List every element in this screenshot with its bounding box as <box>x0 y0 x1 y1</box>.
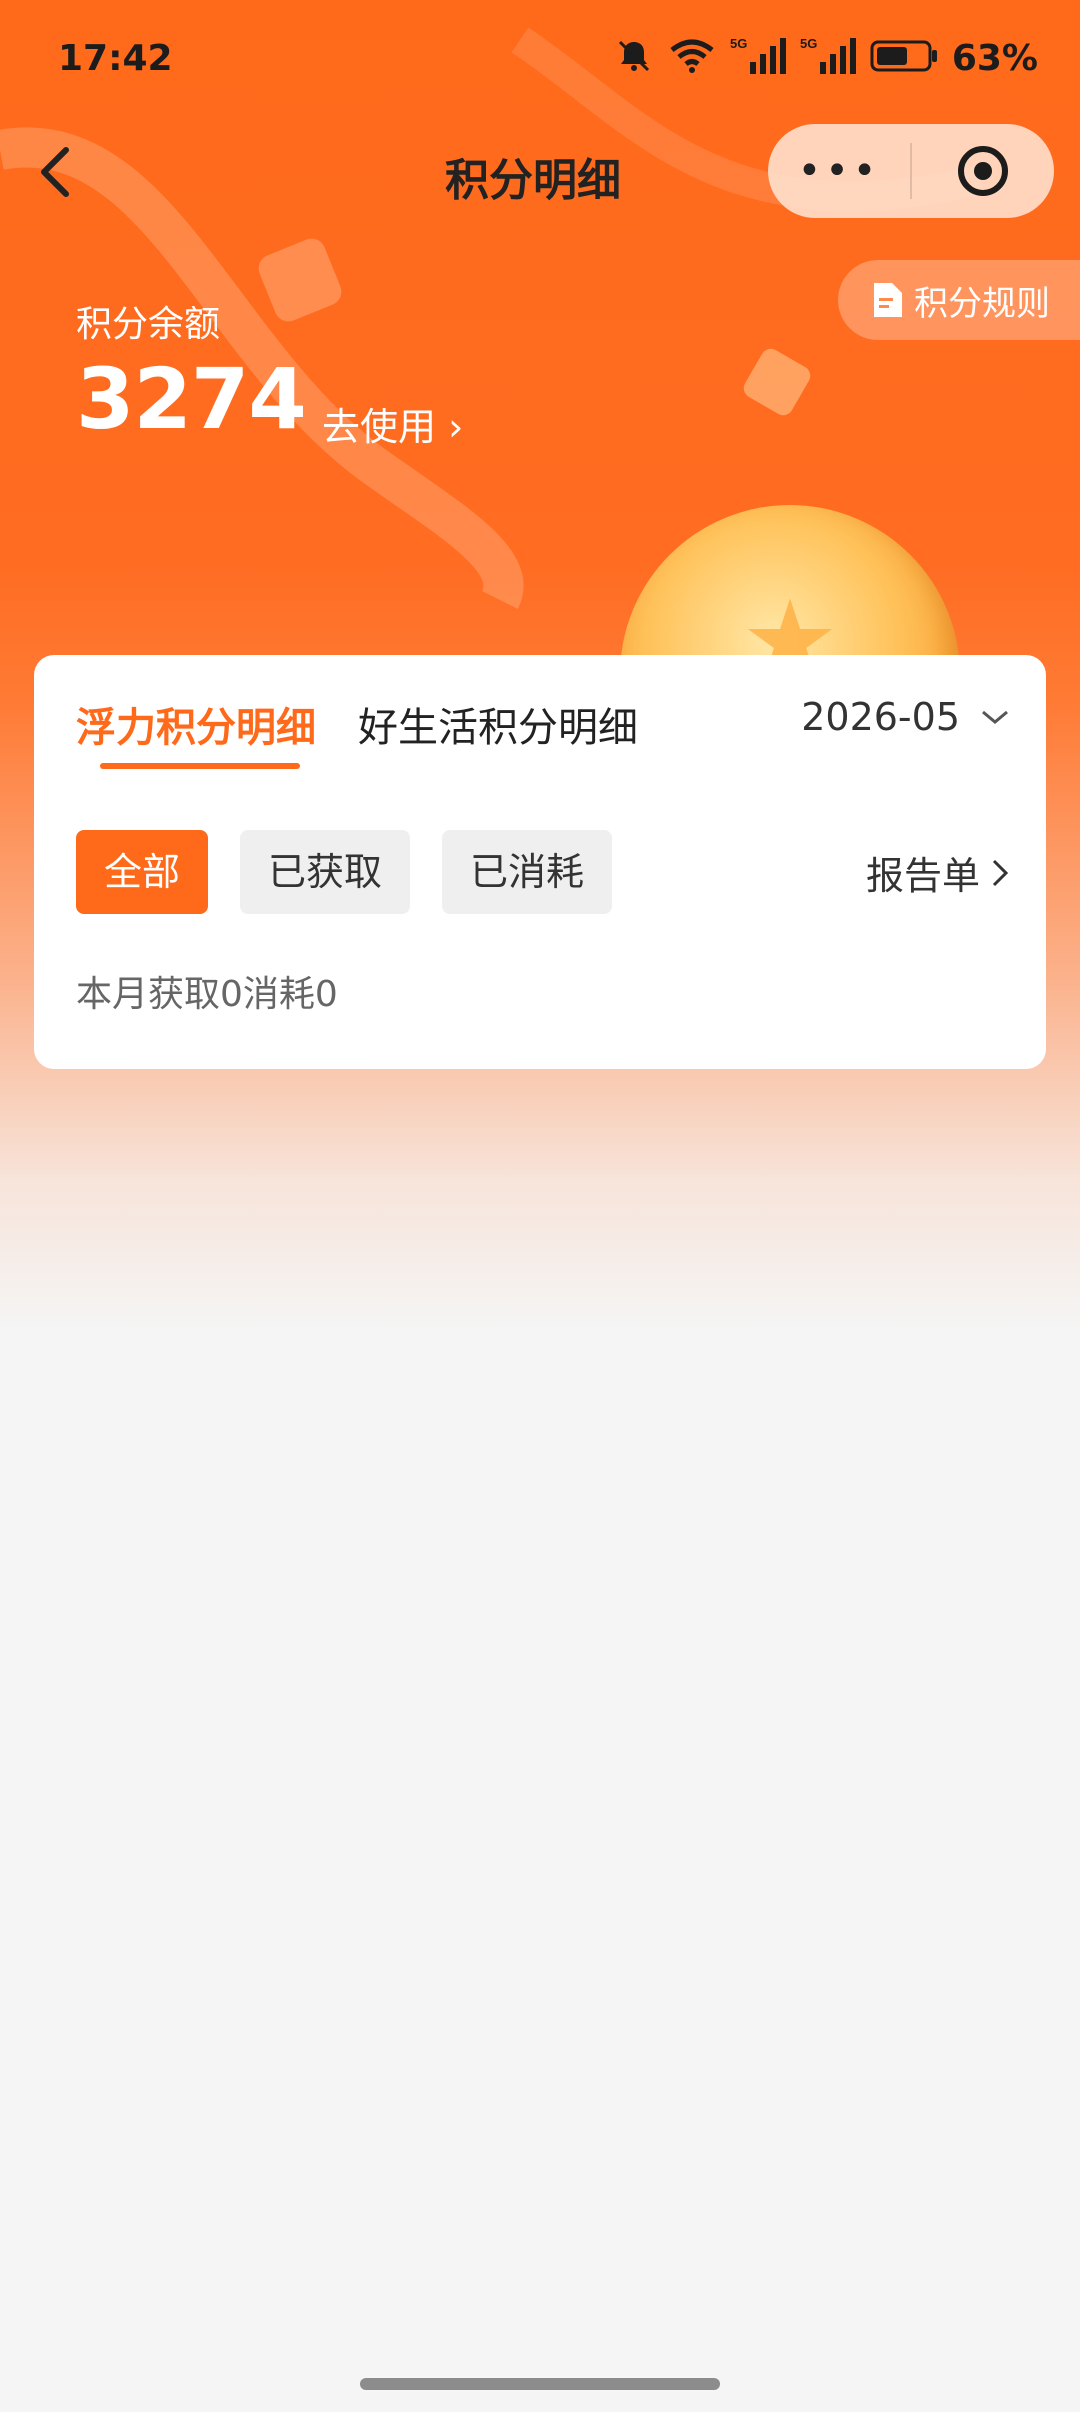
mini-program-capsule: ••• <box>768 124 1054 218</box>
status-time: 17:42 <box>58 38 173 79</box>
target-icon <box>958 146 1008 196</box>
filter-all[interactable]: 全部 <box>76 830 209 914</box>
filter-earned[interactable]: 已获取 <box>240 830 411 914</box>
tab-good-life-points[interactable]: 好生活积分明细 <box>358 695 638 753</box>
month-value: 2026-05 <box>801 695 960 739</box>
chevron-right-icon: › <box>448 405 464 449</box>
report-label: 报告单 <box>865 854 980 898</box>
report-link[interactable]: 报告单 <box>866 845 1010 900</box>
points-rules-button[interactable]: 积分规则 <box>838 260 1080 340</box>
more-button[interactable]: ••• <box>768 148 910 194</box>
close-miniprogram-button[interactable] <box>912 143 1054 199</box>
balance-value: 3274 <box>76 350 307 448</box>
wifi-icon <box>668 36 716 80</box>
monthly-summary: 本月获取0消耗0 <box>76 974 338 1015</box>
month-selector[interactable]: 2026-05 <box>801 695 1010 739</box>
filter-group: 全部 已获取 已消耗 <box>76 830 613 914</box>
signal-icon: 5G <box>730 36 786 80</box>
battery-percent: 63% <box>951 37 1038 79</box>
signal-icon: 5G <box>800 36 856 80</box>
mute-icon <box>614 36 654 80</box>
home-indicator[interactable] <box>360 2378 720 2390</box>
status-bar: 17:42 5G 5G 63% <box>0 0 1080 120</box>
points-detail-card: 浮力积分明细 好生活积分明细 2026-05 全部 已获取 已消耗 报告单 本月… <box>34 655 1046 1069</box>
balance-label: 积分余额 <box>76 304 221 345</box>
points-rules-label: 积分规则 <box>914 283 1050 324</box>
network-type-label: 5G <box>730 36 747 51</box>
use-points-link[interactable]: 去使用 › <box>322 396 463 451</box>
use-points-label: 去使用 <box>322 405 437 449</box>
battery-icon <box>870 38 938 78</box>
filter-consumed[interactable]: 已消耗 <box>442 830 613 914</box>
active-tab-indicator <box>100 763 300 769</box>
document-icon <box>874 283 902 317</box>
chevron-down-icon <box>982 710 1008 724</box>
chevron-right-icon <box>992 859 1009 886</box>
network-type-label: 5G <box>800 36 817 51</box>
tab-fuli-points[interactable]: 浮力积分明细 <box>76 695 316 753</box>
